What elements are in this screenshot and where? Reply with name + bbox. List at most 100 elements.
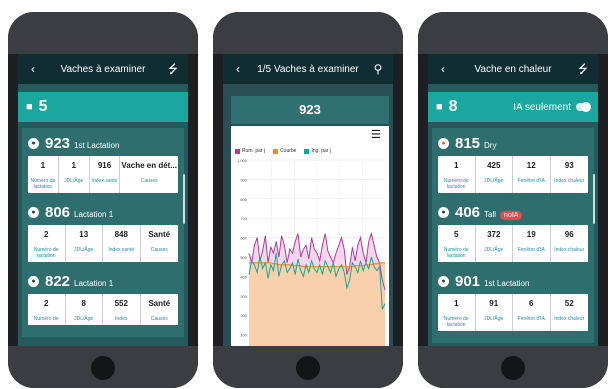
stat-cell: 91 JDL/Âge	[476, 294, 513, 331]
app-header: ‹ Vache en chaleur ⭍	[428, 54, 598, 84]
legend-item[interactable]: Courbe	[273, 148, 296, 154]
stat-cell: Santé Causes	[141, 225, 179, 262]
stat-cell: 1 Numéro de lactation	[438, 294, 476, 331]
stat-label: Numéro de lactation	[443, 178, 469, 190]
stat-label: Numéro de lactation	[33, 247, 59, 259]
stat-label: JDL/Âge	[484, 247, 504, 253]
stat-value: 12	[526, 161, 536, 170]
legend-item[interactable]: Rum. par j	[235, 148, 265, 154]
stat-value: 93	[564, 161, 574, 170]
cow-stats: 1 Numéro de lactation 91 JDL/Âge 6 Fenêtre …	[438, 294, 588, 331]
stethoscope-icon: ●	[28, 207, 39, 218]
stat-value: 52	[564, 299, 574, 308]
y-tick-label: 1,000	[237, 158, 248, 163]
share-icon[interactable]: ⭍	[576, 63, 590, 75]
stat-value: 848	[114, 230, 128, 239]
cow-stats: 2 Numéro de lactation 13 JDL/Âge 848 Index …	[28, 225, 178, 262]
scrollbar[interactable]	[183, 174, 185, 224]
cow-number: 815	[455, 135, 481, 152]
cow-icon: ■	[26, 101, 33, 113]
stat-value: Santé	[148, 230, 171, 239]
back-icon[interactable]: ‹	[436, 63, 450, 75]
home-button[interactable]	[296, 356, 320, 380]
cow-number: 406	[455, 204, 481, 221]
cow-number: 806	[45, 204, 71, 221]
legend-swatch	[304, 148, 310, 154]
home-button[interactable]	[91, 356, 115, 380]
cow-lactation: 1st Lactation	[484, 279, 530, 288]
stat-value: 2	[44, 299, 49, 308]
stat-cell: 6 Fenêtre d'IA	[513, 294, 551, 331]
stat-cell: Vache en dét... Causes	[120, 156, 178, 193]
cow-count-bar: ■ 5	[18, 92, 188, 122]
cow-number-banner: 923	[231, 96, 389, 124]
cow-card[interactable]: ● 822 Lactation 1 2 Numéro de 8 JDL/Âge 55…	[28, 270, 178, 325]
home-button[interactable]	[501, 356, 525, 380]
y-tick-label: 100	[240, 333, 247, 338]
stat-cell: 1 Numéro de lactation	[28, 156, 59, 193]
legend-label: Ing. par j	[311, 148, 331, 154]
legend-swatch	[235, 148, 240, 154]
list-menu-icon[interactable]: ☰	[371, 130, 383, 141]
stat-value: 2	[44, 230, 49, 239]
stat-value: 19	[526, 230, 536, 239]
app-header: ‹ 1/5 Vaches à examiner ⚲	[223, 54, 393, 84]
cow-card[interactable]: ● 923 1st Lactation 1 Numéro de lactation…	[28, 132, 178, 193]
stat-value: 1	[454, 299, 459, 308]
cow-lactation: Lactation 1	[74, 279, 114, 288]
stat-value: 1	[40, 161, 46, 170]
cow-card[interactable]: ● 815 Dry 1 Numéro de lactation 425 JDL/Âg…	[438, 132, 588, 193]
stat-label: Index	[115, 316, 128, 322]
stat-label: Index chaleur	[554, 316, 585, 322]
stat-label: JDL/Âge	[74, 247, 94, 253]
cow-stats: 5 Numéro de lactation 372 JDL/Âge 19 Fenêtr…	[438, 225, 588, 262]
cow-lactation: Tall	[484, 210, 497, 219]
cow-lactation: Lactation 1	[74, 210, 114, 219]
page-title: Vache en chaleur	[474, 63, 552, 75]
stat-label: Index chaleur	[554, 247, 585, 253]
stat-cell: 5 Numéro de lactation	[438, 225, 476, 262]
back-icon[interactable]: ‹	[26, 63, 40, 75]
stat-cell: 372 JDL/Âge	[476, 225, 513, 262]
cow-card-header: ● 822 Lactation 1	[28, 270, 178, 294]
stat-cell: 52 Index chaleur	[551, 294, 589, 331]
cow-card-header: ● 815 Dry	[438, 132, 588, 156]
phone-heat-list: ‹ Vache en chaleur ⭍ ■ 8 IA seulement ● …	[418, 12, 608, 388]
ia-filter[interactable]: IA seulement	[513, 102, 591, 113]
stat-label: Causes	[150, 247, 168, 253]
stat-cell: 93 Index chaleur	[551, 156, 589, 193]
stat-label: Causes	[140, 178, 158, 184]
legend-item[interactable]: Ing. par j	[304, 148, 331, 154]
screen-exam-list: ‹ Vaches à examiner ⭍ ■ 5 ● 923 1st Lact…	[18, 54, 188, 346]
search-icon[interactable]: ⚲	[371, 63, 385, 75]
share-icon[interactable]: ⭍	[166, 63, 180, 75]
stat-value: 13	[79, 230, 89, 239]
cow-card-header: ● 901 1st Lactation	[438, 270, 588, 294]
cow-card[interactable]: ● 406 Tall noIA 5 Numéro de lactation 372…	[438, 201, 588, 262]
cow-lactation: 1st Lactation	[74, 141, 120, 150]
stat-label: Index santé	[108, 247, 135, 253]
ia-toggle[interactable]	[576, 102, 591, 112]
page-title: Vaches à examiner	[60, 63, 146, 75]
cow-number: 923	[45, 135, 71, 152]
stat-cell: 2 Numéro de lactation	[28, 225, 66, 262]
stat-value: 1	[454, 161, 459, 170]
cow-card[interactable]: ● 901 1st Lactation 1 Numéro de lactation…	[438, 270, 588, 331]
cow-list: ● 923 1st Lactation 1 Numéro de lactation…	[22, 128, 184, 337]
back-icon[interactable]: ‹	[231, 63, 245, 75]
stat-value: 91	[489, 299, 499, 308]
page-title: 1/5 Vaches à examiner	[257, 63, 359, 75]
phone-exam-list: ‹ Vaches à examiner ⭍ ■ 5 ● 923 1st Lact…	[8, 12, 198, 388]
cow-card-header: ● 806 Lactation 1	[28, 201, 178, 225]
app-header: ‹ Vaches à examiner ⭍	[18, 54, 188, 84]
stat-value: 5	[454, 230, 459, 239]
stat-label: Numéro de lactation	[443, 316, 469, 328]
stat-label: JDL/Âge	[74, 316, 94, 322]
needle-icon: ●	[438, 276, 449, 287]
cow-card[interactable]: ● 806 Lactation 1 2 Numéro de lactation 1…	[28, 201, 178, 262]
stat-cell: 96 Index chaleur	[551, 225, 589, 262]
scrollbar[interactable]	[593, 174, 595, 224]
cow-count: 5	[38, 98, 48, 115]
y-tick-label: 700	[240, 216, 247, 221]
stat-value: 552	[114, 299, 128, 308]
